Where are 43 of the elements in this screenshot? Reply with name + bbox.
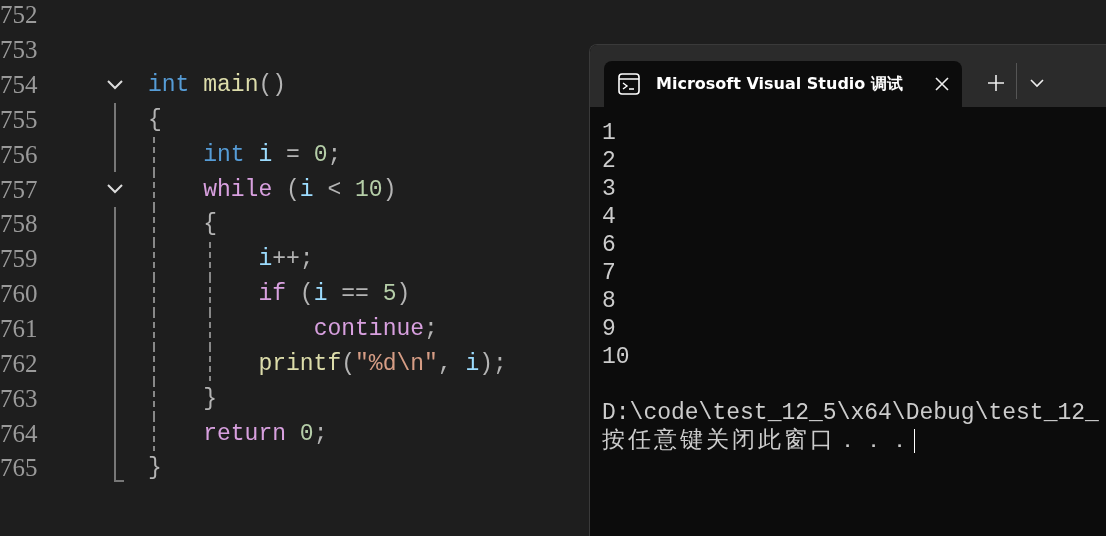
output-line: 4 (602, 203, 616, 231)
output-line: 6 (602, 231, 616, 259)
line-number: 763 (0, 384, 39, 413)
line-number: 755 (0, 105, 39, 134)
output-line: 2 (602, 147, 616, 175)
code-line: int main() (148, 72, 287, 99)
line-number: 756 (0, 140, 39, 169)
output-line: D:\code\test_12_5\x64\Debug\test_12_ (602, 399, 1099, 427)
code-line: if (i == 5) (258, 281, 411, 308)
output-line: 8 (602, 287, 616, 315)
chevron-icon[interactable] (106, 183, 124, 196)
code-line: while (i < 10) (203, 176, 397, 203)
output-line: 3 (602, 175, 616, 203)
code-line: int i = 0; (203, 141, 342, 168)
code-line: continue; (313, 316, 438, 342)
output-line: 1 (602, 119, 616, 147)
output-line: 9 (602, 315, 616, 343)
code-line: i++; (258, 246, 314, 273)
chevron-icon[interactable] (106, 78, 124, 91)
line-number: 757 (0, 175, 39, 204)
code-line: printf("%d\n", i); (258, 350, 507, 377)
output-line: 7 (602, 259, 616, 287)
line-number: 760 (0, 280, 39, 309)
text-cursor (914, 429, 915, 453)
code-line: } (148, 455, 162, 482)
line-number: 761 (0, 315, 39, 343)
line-number: 758 (0, 210, 39, 239)
code-line: { (203, 211, 217, 238)
line-number: 765 (0, 454, 39, 483)
terminal-tab[interactable]: Microsoft Visual Studio 调试 (604, 61, 962, 107)
code-line: } (203, 385, 217, 412)
line-number: 754 (0, 71, 39, 100)
line-number: 752 (0, 1, 39, 30)
output-line: 10 (602, 343, 630, 371)
code-line: return 0; (203, 420, 328, 447)
line-number: 764 (0, 419, 39, 448)
console-icon (618, 73, 640, 95)
line-number: 753 (0, 36, 39, 65)
output-line: 按任意键关闭此窗口．．． (602, 427, 914, 455)
line-number: 762 (0, 349, 39, 378)
code-line: { (148, 106, 162, 133)
line-number: 759 (0, 245, 39, 274)
tab-title: Microsoft Visual Studio 调试 (656, 73, 904, 95)
